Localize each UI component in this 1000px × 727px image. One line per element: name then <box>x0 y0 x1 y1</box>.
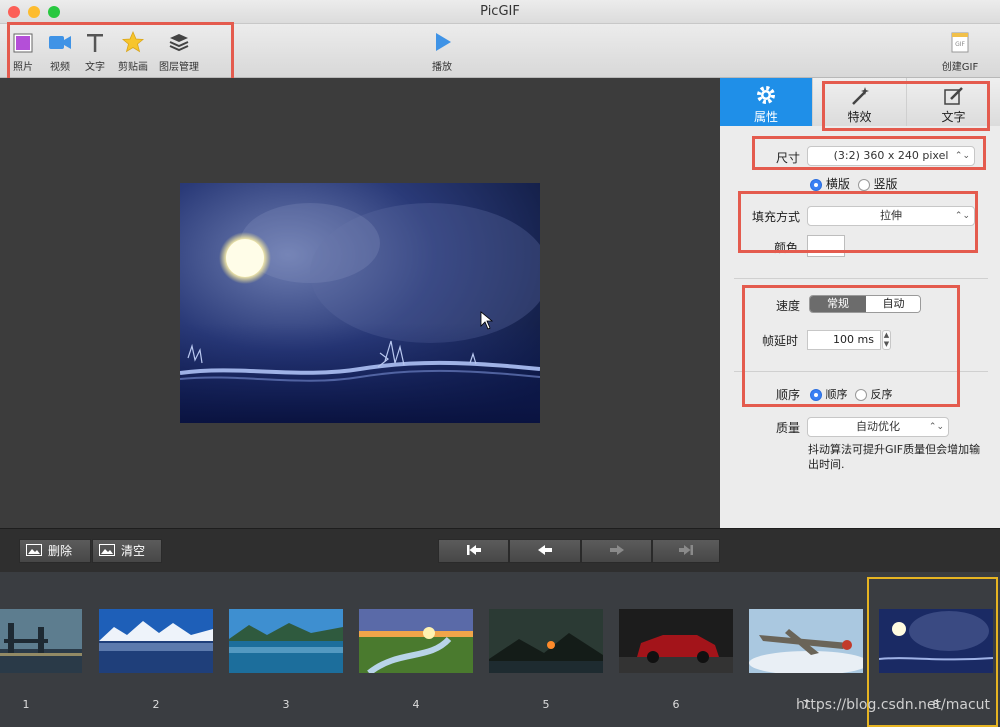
skip-to-end-icon <box>679 545 693 555</box>
frame-number: 3 <box>282 698 290 711</box>
previous-frame-button[interactable] <box>509 539 581 563</box>
last-frame-button[interactable] <box>652 539 720 563</box>
close-window-button[interactable] <box>8 6 20 18</box>
quality-select-value: 自动优化 <box>856 420 900 433</box>
frame-thumbnail-3[interactable] <box>229 609 343 673</box>
fill-highlight-box <box>738 191 978 253</box>
delete-frame-button[interactable]: 删除 <box>19 539 91 563</box>
quality-note: 抖动算法可提升GIF质量但会增加输出时间. <box>808 443 981 471</box>
landscape-radio[interactable] <box>810 178 822 191</box>
frame-thumbnail-2[interactable] <box>99 609 213 673</box>
image-icon <box>99 544 115 556</box>
play-label: 播放 <box>432 62 452 73</box>
skip-to-start-icon <box>466 545 481 555</box>
gear-icon <box>757 86 775 104</box>
arrow-left-icon <box>538 545 552 555</box>
window-title: PicGIF <box>480 4 520 19</box>
frame-number: 6 <box>672 698 680 711</box>
frame-thumbnail-5[interactable] <box>489 609 603 673</box>
landscape-label: 横版 <box>825 177 850 191</box>
portrait-radio[interactable] <box>857 178 870 191</box>
tab-properties-label: 属性 <box>753 110 778 124</box>
quality-label: 质量 <box>776 421 801 435</box>
watermark-text: https://blog.csdn.net/macut <box>795 697 990 713</box>
section-divider <box>734 278 988 279</box>
frame-number: 2 <box>152 698 160 711</box>
frame-thumbnail-6[interactable] <box>619 609 733 673</box>
minimize-window-button[interactable] <box>28 6 40 18</box>
frame-thumbnail-7[interactable] <box>749 609 863 673</box>
clear-frames-button[interactable]: 清空 <box>92 539 162 563</box>
first-frame-button[interactable] <box>438 539 509 563</box>
gif-file-icon: GIF <box>951 32 969 53</box>
mouse-cursor-icon <box>480 311 494 330</box>
frame-number: 5 <box>542 698 550 711</box>
portrait-label: 竖版 <box>873 177 898 191</box>
frame-toolbar: 删除 清空 <box>0 528 1000 572</box>
chevron-updown-icon: ⌃⌄ <box>928 422 944 432</box>
preview-canvas[interactable] <box>0 78 720 528</box>
title-bar: PicGIF <box>0 0 1000 24</box>
frame-thumbnail-4[interactable] <box>359 609 473 673</box>
frame-thumbnail-8[interactable] <box>879 609 993 673</box>
zoom-window-button[interactable] <box>48 6 60 18</box>
arrow-right-icon <box>609 545 624 555</box>
tab-properties[interactable]: 属性 <box>720 78 812 126</box>
size-highlight-box <box>752 136 986 170</box>
play-button[interactable]: 播放 <box>426 30 458 73</box>
preview-image <box>180 183 540 423</box>
frame-number: 4 <box>412 698 420 711</box>
frame-thumbnail-1[interactable] <box>0 609 82 673</box>
frame-number: 1 <box>22 698 30 711</box>
timing-highlight-box <box>742 285 960 407</box>
clear-label: 清空 <box>121 544 146 558</box>
create-gif-label: 创建GIF <box>941 62 979 73</box>
tabs-highlight-box <box>822 81 990 131</box>
next-frame-button[interactable] <box>581 539 652 563</box>
orientation-radio-group: 横版 竖版 <box>810 175 898 192</box>
create-gif-button[interactable]: GIF 创建GIF <box>936 30 984 73</box>
gif-icon-text: GIF <box>955 41 965 48</box>
delete-label: 删除 <box>48 544 73 558</box>
quality-select[interactable]: 自动优化 ⌃⌄ <box>807 417 949 437</box>
image-icon <box>26 544 42 556</box>
play-icon <box>436 33 451 51</box>
